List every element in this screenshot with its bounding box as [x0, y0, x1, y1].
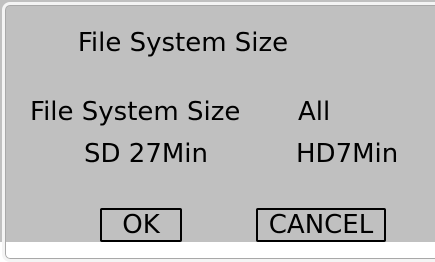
- cancel-button[interactable]: CANCEL: [256, 208, 386, 242]
- ok-button[interactable]: OK: [100, 208, 182, 242]
- dialog-title: File System Size: [77, 28, 289, 58]
- hd-size-text: HD7Min: [296, 139, 399, 169]
- file-system-size-dialog: File System Size File System Size All SD…: [0, 0, 435, 262]
- file-system-size-value[interactable]: All: [298, 96, 330, 128]
- file-system-size-label: File System Size: [30, 97, 241, 127]
- sd-size-text: SD 27Min: [84, 139, 209, 169]
